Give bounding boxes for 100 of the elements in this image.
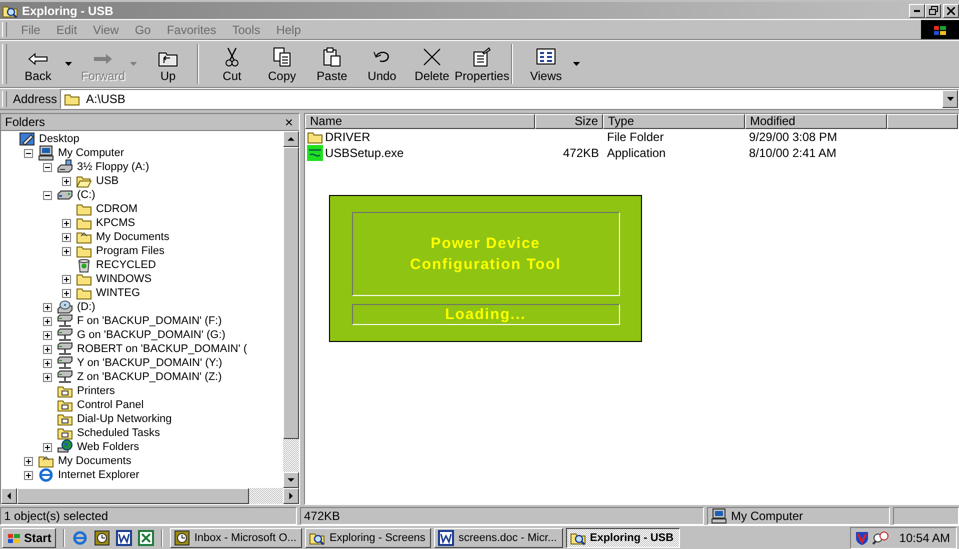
toolbar-button[interactable]: Undo <box>357 43 407 85</box>
shield-icon[interactable] <box>855 530 870 546</box>
expand-icon[interactable] <box>43 302 52 312</box>
tree-item[interactable]: My Documents <box>57 454 132 468</box>
delete-icon <box>421 47 443 67</box>
taskbar-button[interactable]: screens.doc - Micr... <box>434 528 563 548</box>
horizontal-scrollbar[interactable] <box>1 488 299 504</box>
toolbar-button[interactable]: Copy <box>257 43 307 85</box>
column-header[interactable]: Modified <box>745 114 887 129</box>
tree-item[interactable]: Program Files <box>95 244 166 258</box>
magnifier-icon[interactable] <box>872 530 890 546</box>
scroll-thumb[interactable] <box>283 147 299 439</box>
network-drive-icon <box>57 341 73 357</box>
column-header[interactable]: Type <box>603 114 745 129</box>
caret-icon[interactable] <box>573 62 580 66</box>
tree-item[interactable]: ROBERT on 'BACKUP_DOMAIN' ( <box>76 342 248 356</box>
browser-icon[interactable] <box>72 530 88 546</box>
expand-icon[interactable] <box>43 330 52 340</box>
expand-icon[interactable] <box>43 358 52 368</box>
file-type: File Folder <box>607 130 664 144</box>
address-field[interactable]: A:\USB <box>60 89 959 109</box>
splash-title: Power Device Configuration Tool <box>408 234 562 275</box>
views-icon <box>535 47 557 67</box>
tree-item[interactable]: F on 'BACKUP_DOMAIN' (F:) <box>76 314 223 328</box>
collapse-icon[interactable] <box>43 162 52 172</box>
taskbar-button[interactable]: Inbox - Microsoft O... <box>170 528 302 548</box>
expand-icon[interactable] <box>62 232 71 242</box>
dropdown-button[interactable] <box>942 90 958 108</box>
expand-icon[interactable] <box>62 246 71 256</box>
tree-item[interactable]: Dial-Up Networking <box>76 412 173 426</box>
tree-item[interactable]: Internet Explorer <box>57 468 140 482</box>
toolbar-button[interactable]: Properties <box>457 43 507 85</box>
tree-item[interactable]: Desktop <box>38 132 80 146</box>
tree-item[interactable]: G on 'BACKUP_DOMAIN' (G:) <box>76 328 226 342</box>
right-arrow-icon <box>92 51 114 67</box>
file-name[interactable]: USBSetup.exe <box>325 146 404 160</box>
column-header[interactable] <box>887 114 958 129</box>
minimize-button[interactable] <box>909 4 925 18</box>
network-drive-icon <box>57 313 73 329</box>
expand-icon[interactable] <box>43 442 52 452</box>
clock: 10:54 AM <box>899 530 950 544</box>
computer-icon <box>38 145 54 161</box>
taskbar-button[interactable]: Exploring - Screens <box>305 528 432 548</box>
tree-item[interactable]: KPCMS <box>95 216 136 230</box>
toolbar-button[interactable]: Cut <box>207 43 257 85</box>
column-header[interactable]: Size <box>535 114 603 129</box>
vertical-scrollbar[interactable] <box>283 131 299 488</box>
tree-item[interactable]: My Computer <box>57 146 126 160</box>
tree-item[interactable]: (D:) <box>76 300 96 314</box>
tree-item[interactable]: WINDOWS <box>95 272 153 286</box>
tree-item[interactable]: Z on 'BACKUP_DOMAIN' (Z:) <box>76 370 223 384</box>
collapse-icon[interactable] <box>43 190 52 200</box>
computer-icon <box>711 508 727 524</box>
tree-item[interactable]: Scheduled Tasks <box>76 426 161 440</box>
document-w-icon[interactable] <box>116 530 132 546</box>
close-button[interactable]: × <box>284 115 293 129</box>
toolbar-button[interactable]: Paste <box>307 43 357 85</box>
toolbar-button[interactable]: Up <box>143 43 193 85</box>
browser-icon <box>38 467 54 483</box>
caret-icon[interactable] <box>65 62 72 66</box>
start-button[interactable]: Start <box>2 528 56 548</box>
expand-icon[interactable] <box>43 344 52 354</box>
tree-item[interactable]: USB <box>95 174 120 188</box>
clock-icon[interactable] <box>94 530 110 546</box>
minimize-icon <box>914 10 920 12</box>
tree-item[interactable]: My Documents <box>95 230 170 244</box>
file-size: 472KB <box>562 146 599 160</box>
tree-item[interactable]: 3½ Floppy (A:) <box>76 160 150 174</box>
scroll-thumb[interactable] <box>17 488 249 504</box>
spreadsheet-x-icon[interactable] <box>138 530 154 546</box>
tree-item[interactable]: Web Folders <box>76 440 140 454</box>
tree-item[interactable]: Printers <box>76 384 116 398</box>
expand-icon[interactable] <box>24 456 33 466</box>
network-drive-icon <box>57 355 73 371</box>
file-name[interactable]: DRIVER <box>325 130 370 144</box>
toolbar-button[interactable]: Back <box>13 43 63 85</box>
collapse-icon[interactable] <box>24 148 33 158</box>
tree-item[interactable]: RECYCLED <box>95 258 157 272</box>
clock-icon <box>174 530 190 546</box>
expand-icon[interactable] <box>43 316 52 326</box>
expand-icon[interactable] <box>43 372 52 382</box>
toolbar-button[interactable]: Views <box>521 43 571 85</box>
tree-item[interactable]: Control Panel <box>76 398 145 412</box>
expand-icon[interactable] <box>62 176 71 186</box>
expand-icon[interactable] <box>24 470 33 480</box>
expand-icon[interactable] <box>62 218 71 228</box>
copy-icon <box>271 47 293 67</box>
restore-icon <box>928 6 938 15</box>
tree-item[interactable]: CDROM <box>95 202 139 216</box>
expand-icon[interactable] <box>62 274 71 284</box>
tree-item[interactable]: WINTEG <box>95 286 141 300</box>
tree-item[interactable]: Y on 'BACKUP_DOMAIN' (Y:) <box>76 356 224 370</box>
taskbar-button[interactable]: Exploring - USB <box>566 528 680 548</box>
restore-button[interactable] <box>925 4 941 18</box>
expand-icon[interactable] <box>62 288 71 298</box>
close-button[interactable] <box>943 4 959 18</box>
toolbar-button[interactable]: Delete <box>407 43 457 85</box>
close-icon <box>947 6 955 14</box>
tree-item[interactable]: (C:) <box>76 188 96 202</box>
column-header[interactable]: Name <box>305 114 535 129</box>
